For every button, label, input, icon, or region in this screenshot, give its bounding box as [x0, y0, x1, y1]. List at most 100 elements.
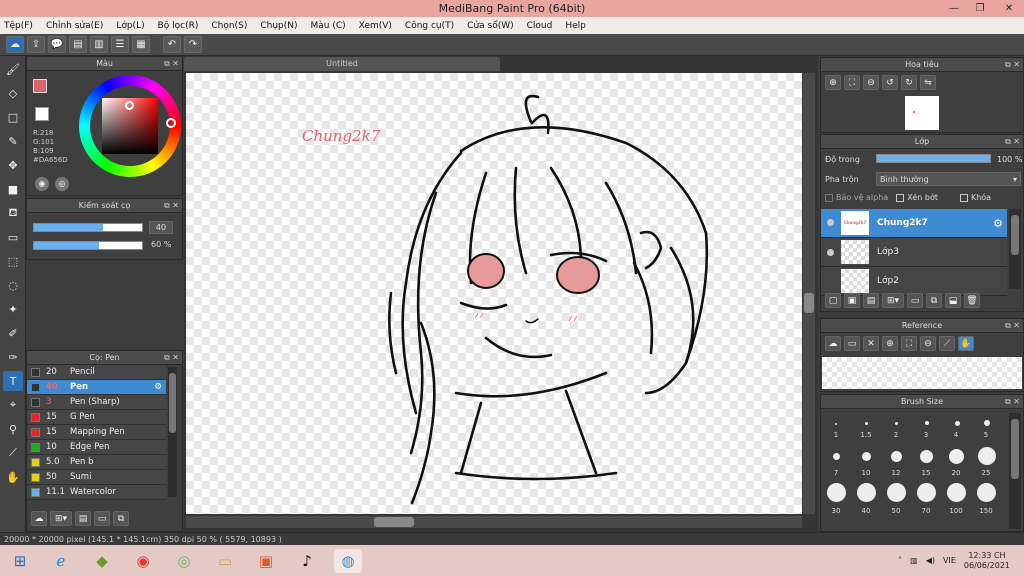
eraser-tool-icon[interactable]: ◇ [3, 83, 23, 103]
scrollbar-thumb[interactable] [1011, 215, 1019, 255]
new-layer-icon[interactable]: ▢ [825, 293, 841, 308]
hand-tool-icon[interactable]: ✋ [3, 467, 23, 487]
lock-checkbox[interactable] [959, 193, 968, 202]
transparent-color-swatch[interactable] [35, 107, 49, 121]
brush-item[interactable]: 11.1 Watercolor [27, 485, 166, 500]
brush-size-dot[interactable] [949, 449, 964, 464]
flip-icon[interactable]: ⇋ [920, 75, 936, 90]
panel-controls-icon[interactable]: ⧉ ✕ [164, 351, 179, 365]
select-eraser-tool-icon[interactable]: ✑ [3, 347, 23, 367]
gear-icon[interactable]: ⚙ [993, 217, 1003, 230]
brush-size-dot[interactable] [895, 422, 898, 425]
eyedropper-tool-icon[interactable]: ⚲ [3, 419, 23, 439]
cloud-icon[interactable]: ☁ [6, 36, 24, 53]
share-icon[interactable]: ⇪ [27, 36, 45, 53]
brush-tool-icon[interactable]: 🖌 [3, 59, 23, 79]
document-tab[interactable]: Untitled [184, 57, 500, 71]
add-brush-icon[interactable]: ⊞▾ [50, 511, 72, 526]
powerpoint-icon[interactable]: ▣ [252, 549, 280, 573]
protect-alpha-checkbox[interactable] [825, 193, 833, 202]
canvas-horizontal-scrollbar[interactable] [186, 516, 802, 528]
brush-size-scrollbar[interactable] [1009, 413, 1021, 529]
input-language[interactable]: VIE [943, 556, 956, 565]
brush-cloud-icon[interactable]: ☁ [31, 511, 47, 526]
message-icon[interactable]: ▤ [69, 36, 87, 53]
navigator-preview[interactable] [905, 96, 939, 130]
layer-opacity-slider[interactable] [876, 154, 991, 163]
brush-item[interactable]: 10 Edge Pen [27, 440, 166, 455]
chrome-icon[interactable]: ◉ [129, 549, 157, 573]
close-button[interactable]: ✕ [994, 0, 1024, 17]
brush-size-dot[interactable] [917, 483, 936, 502]
brush-opacity-slider[interactable] [33, 241, 143, 250]
gear-icon[interactable]: ⚙ [154, 382, 162, 392]
brush-size-dot[interactable] [833, 453, 840, 460]
brush-item-selected[interactable]: 40 Pen ⚙ [27, 380, 166, 395]
brush-item[interactable]: 3 Pen (Sharp) [27, 395, 166, 410]
scrollbar-thumb[interactable] [804, 293, 814, 313]
clipping-checkbox[interactable] [896, 193, 905, 202]
visibility-eye-icon[interactable] [827, 249, 834, 256]
brush-size-dot[interactable] [827, 483, 846, 502]
brush-size-dot[interactable] [947, 483, 966, 502]
canvas-vertical-scrollbar[interactable] [803, 73, 815, 514]
brush-item[interactable]: 5.0 Pen b [27, 455, 166, 470]
foreground-color-swatch[interactable] [33, 79, 47, 93]
document-icon[interactable]: ▥ [90, 36, 108, 53]
new-layer-8bit-icon[interactable]: ▣ [844, 293, 860, 308]
copy-icon[interactable]: ⧉ [113, 511, 129, 526]
reference-preview[interactable] [822, 357, 1022, 389]
layer-list-scrollbar[interactable] [1009, 209, 1021, 289]
brush-item[interactable]: 15 G Pen [27, 410, 166, 425]
text-tool-icon[interactable]: T [3, 371, 23, 391]
brush-item[interactable]: 20 Pencil [27, 365, 166, 380]
scrollbar-thumb[interactable] [1011, 419, 1019, 479]
brush-size-dot[interactable] [955, 421, 960, 426]
rotate-right-icon[interactable]: ↻ [901, 75, 917, 90]
select-rect-tool-icon[interactable]: ⬚ [3, 251, 23, 271]
panel-controls-icon[interactable]: ⧉ ✕ [164, 199, 179, 213]
layer-item[interactable]: Lớp3 [821, 238, 1007, 267]
menu-color[interactable]: Màu (C) [311, 21, 346, 31]
brush-item[interactable]: 15 Mapping Pen [27, 425, 166, 440]
zoom-out-icon[interactable]: ⊖ [863, 75, 879, 90]
layer-item-selected[interactable]: Chung2k7 Chung2k7 ⚙ [821, 209, 1007, 238]
scrollbar-thumb[interactable] [169, 373, 176, 433]
brush-size-dot[interactable] [865, 422, 868, 425]
fill-rect-tool-icon[interactable]: ■ [3, 179, 23, 199]
tiktok-icon[interactable]: ♪ [293, 549, 321, 573]
brush-size-dot[interactable] [862, 452, 871, 461]
drawing-canvas[interactable]: Chung2k7 [186, 73, 802, 514]
medibang-icon[interactable]: ◍ [334, 548, 362, 573]
reference-hand-icon[interactable]: ✋ [958, 336, 974, 351]
grid-icon[interactable]: ▦ [132, 36, 150, 53]
tray-up-icon[interactable]: ˄ [898, 556, 902, 565]
brush-size-dot[interactable] [920, 450, 933, 463]
brush-size-dot[interactable] [835, 423, 837, 425]
menu-layer[interactable]: Lớp(L) [116, 21, 144, 31]
visibility-eye-icon[interactable] [827, 219, 834, 226]
new-layer-1bit-icon[interactable]: ▤ [863, 293, 879, 308]
clock[interactable]: 12:33 CH 06/06/2021 [964, 551, 1010, 571]
panel-controls-icon[interactable]: ⧉ ✕ [1005, 319, 1020, 333]
menu-view[interactable]: Xem(V) [359, 21, 392, 31]
reference-fit-icon[interactable]: ⛶ [901, 336, 917, 351]
file-explorer-icon[interactable]: ▭ [211, 549, 239, 573]
blend-mode-select[interactable]: Bình thường ▾ [876, 172, 1021, 186]
bluestacks-icon[interactable]: ◆ [88, 549, 116, 573]
redo-button[interactable]: ↷ [184, 36, 202, 53]
restore-button[interactable]: ❐ [966, 0, 994, 17]
reference-zoom-out-icon[interactable]: ⊖ [920, 336, 936, 351]
operation-tool-icon[interactable]: ⌖ [3, 395, 23, 415]
rectangle-tool-icon[interactable]: □ [3, 107, 23, 127]
list-icon[interactable]: ☰ [111, 36, 129, 53]
panel-controls-icon[interactable]: ⧉ ✕ [1005, 58, 1020, 72]
brush-size-dot[interactable] [978, 447, 996, 465]
menu-filter[interactable]: Bộ lọc(R) [158, 21, 199, 31]
menu-snap[interactable]: Chụp(N) [260, 21, 297, 31]
brush-size-dot[interactable] [891, 451, 902, 462]
magic-wand-tool-icon[interactable]: ✦ [3, 299, 23, 319]
layer-folder-icon[interactable]: ▭ [907, 293, 923, 308]
lasso-tool-icon[interactable]: ◌ [3, 275, 23, 295]
windows-start-icon[interactable]: ⊞ [6, 549, 34, 573]
